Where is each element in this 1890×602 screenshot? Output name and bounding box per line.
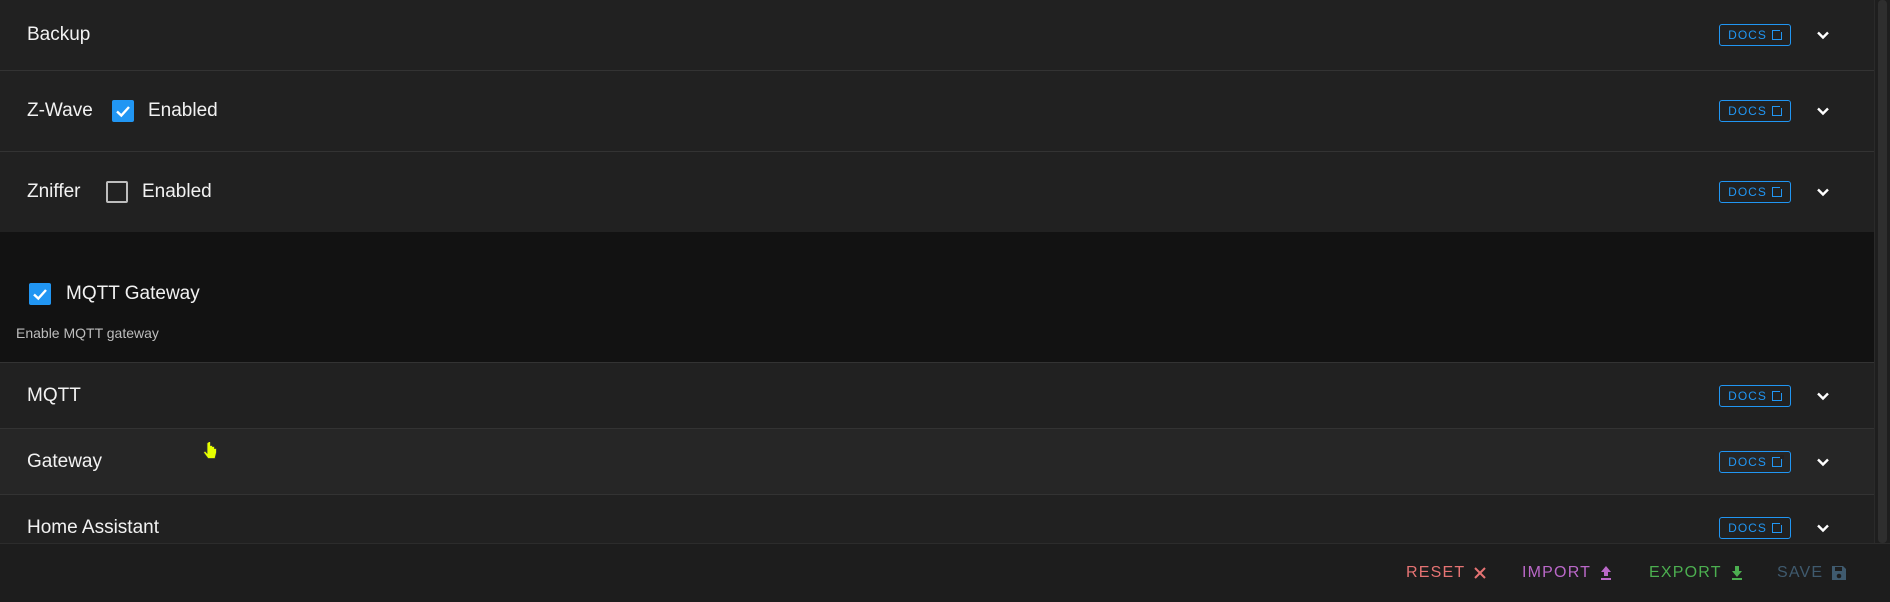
close-icon: [1474, 567, 1487, 579]
open-in-new-icon: [1771, 454, 1784, 467]
chevron-down-icon[interactable]: [1815, 103, 1831, 119]
open-in-new-icon: [1771, 388, 1784, 401]
panel-title: Backup: [27, 24, 91, 45]
panel-zwave[interactable]: Z-Wave Enabled DOCS: [0, 70, 1875, 151]
export-label: EXPORT: [1649, 564, 1722, 581]
scrollbar[interactable]: [1874, 0, 1890, 543]
check-icon: [116, 106, 130, 118]
chevron-down-icon[interactable]: [1815, 454, 1831, 470]
panel-gateway[interactable]: Gateway DOCS: [0, 428, 1875, 494]
export-button[interactable]: EXPORT: [1649, 564, 1744, 582]
save-label: SAVE: [1777, 564, 1824, 581]
panel-title: Gateway: [27, 450, 102, 472]
panel-mqtt[interactable]: MQTT DOCS: [0, 362, 1875, 428]
open-in-new-icon: [1771, 104, 1784, 116]
import-button[interactable]: IMPORT: [1522, 564, 1613, 582]
chevron-down-icon[interactable]: [1815, 520, 1831, 536]
docs-label: DOCS: [1728, 28, 1767, 42]
zniffer-enabled-checkbox[interactable]: [106, 181, 128, 203]
panel-title: MQTT: [27, 384, 81, 406]
chevron-down-icon[interactable]: [1815, 184, 1831, 200]
docs-button[interactable]: DOCS: [1719, 450, 1791, 473]
mqtt-gateway-section: MQTT Gateway Enable MQTT gateway: [0, 232, 1875, 362]
docs-label: DOCS: [1728, 520, 1767, 535]
download-icon: [1731, 566, 1742, 580]
docs-label: DOCS: [1728, 185, 1767, 199]
reset-label: RESET: [1406, 564, 1466, 581]
settings-content: Backup DOCS Z-Wave Enabled DOCS Zniffer …: [0, 0, 1875, 543]
hand-cursor-icon: [202, 442, 217, 459]
panel-backup[interactable]: Backup DOCS: [0, 0, 1875, 70]
reset-button[interactable]: RESET: [1406, 564, 1487, 582]
chevron-down-icon[interactable]: [1815, 388, 1831, 404]
docs-label: DOCS: [1728, 388, 1767, 403]
zwave-enabled-checkbox[interactable]: [112, 100, 134, 122]
floppy-disk-icon: [1832, 566, 1847, 580]
panel-title: Zniffer: [27, 181, 81, 202]
panel-zniffer[interactable]: Zniffer Enabled DOCS: [0, 151, 1875, 232]
mqtt-gateway-hint: Enable MQTT gateway: [16, 325, 159, 341]
docs-label: DOCS: [1728, 454, 1767, 469]
panel-title: Home Assistant: [27, 516, 159, 538]
open-in-new-icon: [1771, 520, 1784, 533]
upload-icon: [1601, 566, 1612, 580]
check-icon: [33, 289, 47, 301]
save-button[interactable]: SAVE: [1777, 564, 1847, 582]
docs-button[interactable]: DOCS: [1719, 181, 1791, 203]
panel-title: Z-Wave: [27, 100, 93, 121]
chevron-down-icon[interactable]: [1815, 27, 1831, 43]
docs-button[interactable]: DOCS: [1719, 384, 1791, 407]
mqtt-gateway-label: MQTT Gateway: [66, 283, 200, 304]
docs-button[interactable]: DOCS: [1719, 24, 1791, 46]
zwave-enabled-label: Enabled: [148, 100, 218, 121]
open-in-new-icon: [1771, 185, 1784, 197]
scrollbar-thumb[interactable]: [1878, 0, 1887, 543]
footer-action-bar: RESET IMPORT EXPORT SAVE: [0, 543, 1890, 602]
zniffer-enabled-label: Enabled: [142, 181, 212, 202]
import-label: IMPORT: [1522, 564, 1592, 581]
open-in-new-icon: [1771, 28, 1784, 40]
panel-home-assistant[interactable]: Home Assistant DOCS: [0, 494, 1875, 543]
docs-button[interactable]: DOCS: [1719, 100, 1791, 122]
mqtt-gateway-checkbox[interactable]: [29, 283, 51, 305]
docs-button[interactable]: DOCS: [1719, 516, 1791, 539]
docs-label: DOCS: [1728, 104, 1767, 118]
